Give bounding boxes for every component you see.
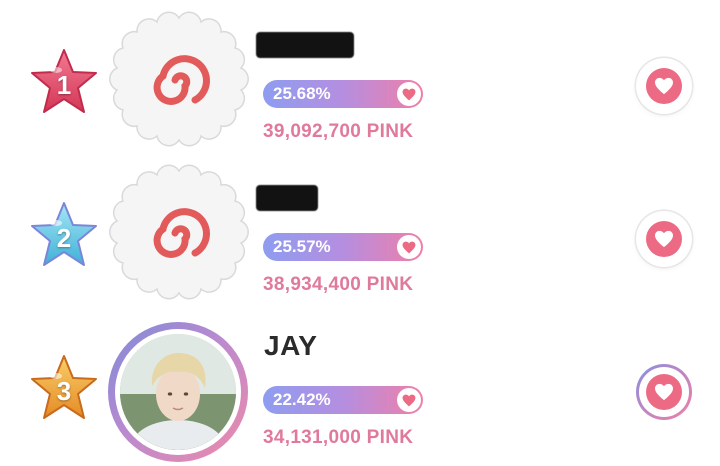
- rank-star-badge: 2: [28, 199, 100, 271]
- vote-percentage: 25.68%: [273, 84, 331, 103]
- rank-number: 1: [56, 69, 72, 100]
- points-total: 38,934,400 PINK: [263, 274, 414, 295]
- heart-icon: [397, 82, 421, 106]
- vote-share-bar: 25.57%: [263, 233, 423, 261]
- vote-percentage: 22.42%: [273, 390, 331, 409]
- heart-icon: [397, 388, 421, 412]
- points-total: 34,131,000 PINK: [263, 427, 414, 448]
- redacted-name: [256, 185, 318, 211]
- rank-number: 2: [56, 222, 72, 253]
- redacted-name: [256, 32, 354, 58]
- heart-icon: [646, 68, 682, 104]
- rank-star-badge: 3: [28, 352, 100, 424]
- fishcake-avatar: [105, 10, 253, 158]
- heart-icon: [646, 221, 682, 257]
- ranking-row-3: 3 JAY 22.42% 34,131,000 PINK: [0, 316, 720, 466]
- ranking-row-2: 2 25.57% 38,934,400 PINK: [0, 163, 720, 313]
- vote-share-bar: 22.42%: [263, 386, 423, 414]
- profile-photo: [120, 334, 236, 450]
- fishcake-swirl-icon: [109, 164, 249, 300]
- vote-share-bar: 25.68%: [263, 80, 423, 108]
- vote-percentage: 25.57%: [273, 237, 331, 256]
- vote-button[interactable]: [636, 211, 692, 267]
- fishcake-swirl-icon: [109, 11, 249, 147]
- member-name: JAY: [264, 330, 318, 361]
- avatar-ring: [108, 322, 248, 462]
- ranking-row-1: 1 25.68% 39,092,700 PINK: [0, 10, 720, 160]
- heart-icon: [646, 374, 682, 410]
- heart-icon: [397, 235, 421, 259]
- rank-number: 3: [56, 375, 72, 406]
- points-total: 39,092,700 PINK: [263, 121, 414, 142]
- vote-button[interactable]: [636, 364, 692, 420]
- fishcake-avatar: [105, 163, 253, 311]
- vote-button[interactable]: [636, 58, 692, 114]
- rank-star-badge: 1: [28, 46, 100, 118]
